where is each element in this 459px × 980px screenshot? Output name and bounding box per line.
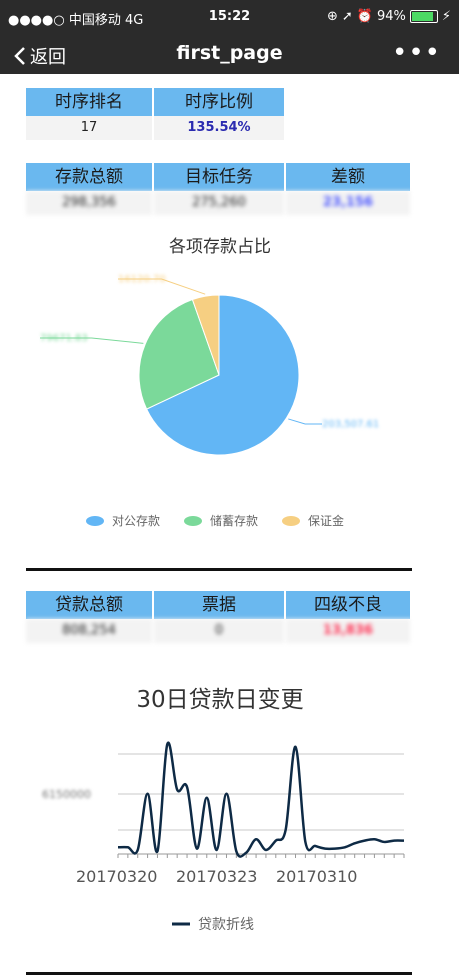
orientation-lock-icon: ⊕	[326, 9, 338, 24]
legend-item-savings[interactable]: 储蓄存款	[184, 512, 258, 529]
x-tick-label: 20170323	[176, 867, 257, 886]
level4-bad-header: 四级不良	[286, 591, 412, 619]
status-bar: ●●●●○ 中国移动 4G 15:22 ⊕ ➚ ⏰ 94% ⚡	[0, 0, 459, 36]
legend-item-corporate[interactable]: 对公存款	[86, 512, 160, 529]
loan-total-value: 808,254	[26, 619, 154, 643]
difference-header: 差额	[286, 163, 412, 191]
rank-table: 时序排名 时序比例 17 135.54%	[26, 88, 286, 140]
legend-label: 储蓄存款	[210, 514, 259, 528]
legend-label: 保证金	[308, 514, 345, 528]
battery-percent: 94%	[376, 9, 406, 24]
loan-total-header: 贷款总额	[26, 591, 154, 619]
bills-value: 0	[154, 619, 286, 643]
ratio-header: 时序比例	[154, 88, 286, 116]
battery-fill	[411, 12, 433, 21]
line-chart-title: 30日贷款日变更	[136, 687, 304, 713]
pie-title: 各项存款占比	[169, 237, 271, 257]
legend-label: 对公存款	[112, 514, 161, 528]
more-menu-button[interactable]: •••	[392, 38, 441, 68]
page-title: first_page	[176, 42, 283, 64]
legend-label: 贷款折线	[198, 917, 254, 933]
deposit-total-value: 298,356	[26, 191, 154, 215]
pie-slice-label: 16120.70	[118, 274, 166, 285]
loan-summary-table: 贷款总额 票据 四级不良 808,254 0 13,836	[26, 591, 412, 643]
pie-legend: 对公存款 储蓄存款 保证金	[86, 512, 344, 529]
charging-icon: ⚡	[441, 9, 451, 24]
pie-slice-label: 203,507.61	[322, 419, 379, 430]
deposit-summary-table: 存款总额 目标任务 差额 298,356 275,260 23,156	[26, 163, 412, 215]
x-tick-label: 20170310	[276, 867, 357, 886]
rank-value: 17	[26, 116, 154, 140]
series-line-loan	[117, 741, 405, 858]
legend-swatch	[282, 515, 301, 526]
bills-header: 票据	[154, 591, 286, 619]
deposit-pie-chart: 203,507.61 79671.83 16120.70	[40, 274, 379, 456]
x-tick-label: 20170320	[76, 867, 157, 886]
legend-swatch	[86, 515, 104, 526]
alarm-icon: ⏰	[356, 9, 373, 24]
target-task-header: 目标任务	[154, 163, 286, 191]
line-legend-swatch	[172, 922, 190, 926]
target-task-value: 275,260	[154, 191, 286, 215]
pie-label-line	[288, 418, 322, 425]
section-divider	[26, 568, 412, 571]
legend-item-loan-line[interactable]: 贷款折线	[172, 914, 254, 934]
line-legend: 贷款折线	[172, 914, 254, 934]
bottom-divider	[26, 972, 412, 975]
y-tick-label: 6150000	[42, 788, 91, 801]
nav-bar: 返回 first_page •••	[0, 36, 459, 74]
status-right: ⊕ ➚ ⏰ 94% ⚡	[327, 9, 451, 24]
difference-value: 23,156	[286, 191, 412, 215]
rank-header: 时序排名	[26, 88, 154, 116]
pie-slice-label: 79671.83	[40, 333, 88, 344]
legend-swatch	[184, 515, 203, 526]
legend-item-margin[interactable]: 保证金	[282, 512, 344, 529]
location-icon: ➚	[341, 9, 353, 24]
level4-bad-value: 13,836	[286, 619, 412, 643]
loan-line-chart: 6150000 20170320 20170323 20170310	[42, 741, 405, 886]
battery-icon	[409, 10, 438, 23]
ratio-value: 135.54%	[154, 116, 286, 140]
deposit-total-header: 存款总额	[26, 163, 154, 191]
